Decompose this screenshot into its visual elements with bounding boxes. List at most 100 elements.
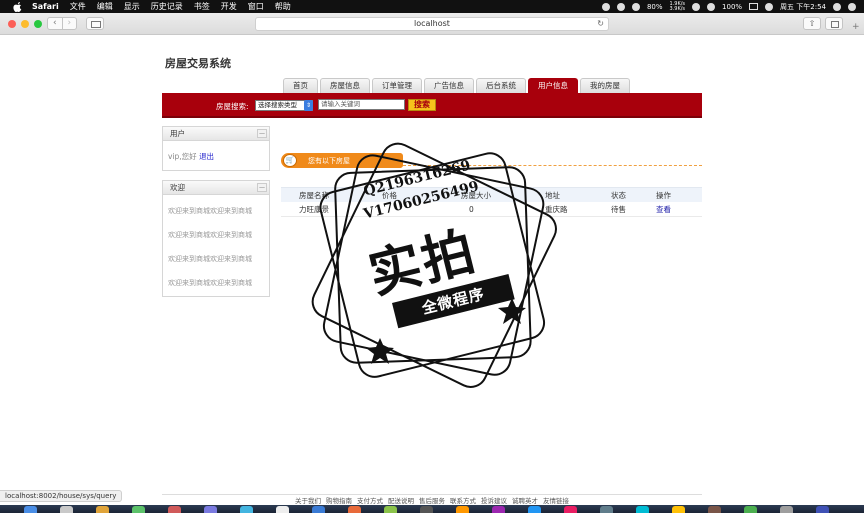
reload-icon[interactable]: ↻: [597, 18, 604, 30]
welcome-panel-title: 欢迎: [170, 183, 185, 192]
dock-app-icon[interactable]: [420, 506, 433, 513]
search-type-select[interactable]: 选择搜索类型 ⇕: [255, 100, 313, 111]
dock-app-icon[interactable]: [780, 506, 793, 513]
col-house-name: 房屋名称: [299, 191, 329, 200]
footer-link[interactable]: 关于我们: [295, 495, 321, 504]
dock-app-icon[interactable]: [312, 506, 325, 513]
wechat-icon[interactable]: [692, 2, 701, 11]
footer-link[interactable]: 支付方式: [357, 495, 383, 504]
footer-link[interactable]: 友情链接: [543, 495, 569, 504]
logout-link[interactable]: 退出: [199, 152, 214, 161]
footer-link[interactable]: 配送说明: [388, 495, 414, 504]
search-icon[interactable]: [833, 2, 841, 11]
dock-app-icon[interactable]: [708, 506, 721, 513]
close-window-button[interactable]: [8, 20, 16, 28]
dock-app-icon[interactable]: [672, 506, 685, 513]
menu-history[interactable]: 历史记录: [151, 1, 183, 12]
new-tab-plus-icon[interactable]: +: [852, 22, 860, 32]
forward-arrow-icon[interactable]: ›: [61, 18, 77, 29]
menu-file[interactable]: 文件: [70, 1, 86, 12]
wifi-icon[interactable]: [707, 2, 716, 11]
dock-app-icon[interactable]: [276, 506, 289, 513]
dock-app-icon[interactable]: [600, 506, 613, 513]
lock-icon[interactable]: [631, 2, 640, 11]
search-button[interactable]: 搜索: [408, 99, 436, 111]
dock-app-icon[interactable]: [744, 506, 757, 513]
view-link[interactable]: 查看: [656, 202, 671, 217]
dock-app-icon[interactable]: [492, 506, 505, 513]
macos-menu-bar: Safari 文件 编辑 显示 历史记录 书签 开发 窗口 帮助 80% 1.9…: [0, 0, 864, 13]
input-method-icon[interactable]: [765, 2, 774, 11]
dock-app-icon[interactable]: [168, 506, 181, 513]
dock-app-icon[interactable]: [564, 506, 577, 513]
dock-app-icon[interactable]: [348, 506, 361, 513]
search-bar: 房屋搜索: 选择搜索类型 ⇕ 请输入关键词 搜索: [162, 93, 702, 118]
apple-logo-icon[interactable]: [13, 1, 23, 12]
footer-link[interactable]: 投诉建议: [481, 495, 507, 504]
star-icon: [366, 338, 394, 364]
menu-edit[interactable]: 编辑: [97, 1, 113, 12]
nav-tab-my-houses[interactable]: 我的房屋: [580, 78, 630, 93]
share-icon: ⇧: [808, 19, 816, 28]
sidebar-toggle-button[interactable]: [86, 17, 104, 30]
search-label: 房屋搜索:: [216, 102, 249, 111]
battery-icon[interactable]: [749, 3, 759, 10]
search-input[interactable]: 请输入关键词: [318, 99, 405, 110]
footer-link[interactable]: 联系方式: [450, 495, 476, 504]
dock-app-icon[interactable]: [240, 506, 253, 513]
dock-app-icon[interactable]: [384, 506, 397, 513]
col-action: 操作: [656, 191, 671, 200]
menu-help[interactable]: 帮助: [275, 1, 291, 12]
control-center-icon[interactable]: [848, 2, 856, 11]
browser-toolbar: ‹ › localhost ↻ ⇧: [0, 13, 864, 35]
address-text: localhost: [414, 19, 450, 28]
menu-window[interactable]: 窗口: [248, 1, 264, 12]
dock-app-icon[interactable]: [132, 506, 145, 513]
dock-app-icon[interactable]: [456, 506, 469, 513]
clock[interactable]: 周五 下午2:54: [780, 2, 826, 12]
cell-address: 重庆路: [545, 205, 568, 214]
welcome-item[interactable]: 欢迎来到商城欢迎来到商城: [163, 199, 269, 223]
menu-develop[interactable]: 开发: [221, 1, 237, 12]
minimize-window-button[interactable]: [21, 20, 29, 28]
user-greeting: vip,您好: [168, 152, 197, 161]
col-address: 地址: [545, 191, 560, 200]
network-speed: 1.9K/s 3.9K/s: [670, 1, 686, 12]
welcome-panel: 欢迎 — 欢迎来到商城欢迎来到商城 欢迎来到商城欢迎来到商城 欢迎来到商城欢迎来…: [162, 180, 270, 297]
welcome-item[interactable]: 欢迎来到商城欢迎来到商城: [163, 271, 269, 295]
welcome-item[interactable]: 欢迎来到商城欢迎来到商城: [163, 247, 269, 271]
notification-icon[interactable]: [616, 2, 625, 11]
nav-tab-ad-info[interactable]: 广告信息: [424, 78, 474, 93]
welcome-item[interactable]: 欢迎来到商城欢迎来到商城: [163, 223, 269, 247]
search-type-value: 选择搜索类型: [258, 101, 297, 109]
nav-tab-house-info[interactable]: 房屋信息: [320, 78, 370, 93]
dock-app-icon[interactable]: [24, 506, 37, 513]
footer-link[interactable]: 售后服务: [419, 495, 445, 504]
dock-app-icon[interactable]: [96, 506, 109, 513]
tab-overview-button[interactable]: [825, 17, 843, 30]
dock-app-icon[interactable]: [816, 506, 829, 513]
record-icon[interactable]: [601, 2, 610, 11]
battery-percent-small: 80%: [646, 2, 663, 11]
menu-view[interactable]: 显示: [124, 1, 140, 12]
collapse-welcome-panel-button[interactable]: —: [257, 183, 267, 192]
history-nav: ‹ ›: [47, 17, 77, 30]
nav-tab-order-management[interactable]: 订单管理: [372, 78, 422, 93]
dock-app-icon[interactable]: [60, 506, 73, 513]
back-arrow-icon[interactable]: ‹: [48, 18, 62, 29]
nav-tab-home[interactable]: 首页: [283, 78, 318, 93]
fullscreen-window-button[interactable]: [34, 20, 42, 28]
dock-app-icon[interactable]: [528, 506, 541, 513]
menu-bookmarks[interactable]: 书签: [194, 1, 210, 12]
address-bar[interactable]: localhost ↻: [255, 17, 609, 31]
dock-app-icon[interactable]: [204, 506, 217, 513]
collapse-user-panel-button[interactable]: —: [257, 129, 267, 138]
menu-app-name[interactable]: Safari: [32, 2, 59, 11]
share-button[interactable]: ⇧: [803, 17, 821, 30]
footer-link[interactable]: 诚聘英才: [512, 495, 538, 504]
footer-link[interactable]: 购物指南: [326, 495, 352, 504]
dock-app-icon[interactable]: [636, 506, 649, 513]
battery-percent: 100%: [722, 2, 743, 11]
nav-tab-backend[interactable]: 后台系统: [476, 78, 526, 93]
nav-tab-user-info[interactable]: 用户信息: [528, 78, 578, 93]
